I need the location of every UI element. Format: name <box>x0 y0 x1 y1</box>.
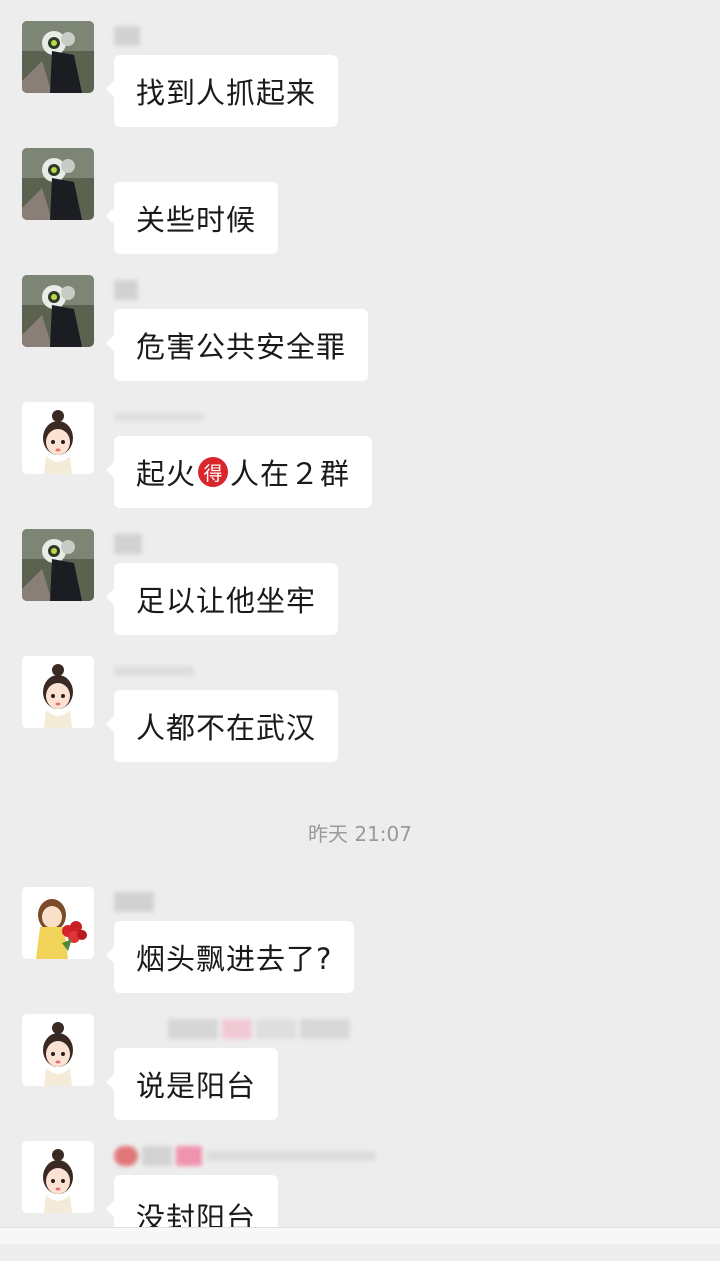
message-row: 人都不在武汉 <box>0 656 720 776</box>
message-text: 人都不在武汉 <box>136 711 317 745</box>
input-bar[interactable] <box>0 1227 720 1244</box>
sender-name <box>114 533 146 555</box>
message-bubble[interactable]: 没封阳台 <box>105 1175 279 1235</box>
message-text: 找到人抓起来 <box>136 76 317 110</box>
message-bubble[interactable]: 足以让他坐牢 <box>105 563 339 635</box>
message-bubble[interactable]: 找到人抓起来 <box>105 55 339 127</box>
sender-name <box>114 1145 380 1167</box>
motorcycle-avatar-icon[interactable] <box>22 148 94 220</box>
message-text: 人在２群 <box>230 457 351 491</box>
message-row: 说是阳台 <box>0 1014 720 1134</box>
sender-name <box>168 1018 354 1040</box>
message-text: 危害公共安全罪 <box>136 330 347 364</box>
message-bubble[interactable]: 关些时候 <box>105 182 279 254</box>
motorcycle-avatar-icon[interactable] <box>22 275 94 347</box>
message-row: 足以让他坐牢 <box>0 529 720 649</box>
girl-avatar-icon[interactable] <box>22 1141 94 1213</box>
message-row: 关些时候 <box>0 148 720 268</box>
de-emoji-icon: 得 <box>198 457 229 487</box>
girl-avatar-icon[interactable] <box>22 656 94 728</box>
message-row: 找到人抓起来 <box>0 21 720 141</box>
message-text: 说是阳台 <box>136 1069 257 1103</box>
girl-avatar-icon[interactable] <box>22 402 94 474</box>
motorcycle-avatar-icon[interactable] <box>22 529 94 601</box>
sender-name <box>114 406 208 428</box>
girl-avatar-icon[interactable] <box>22 1014 94 1086</box>
motorcycle-avatar-icon[interactable] <box>22 21 94 93</box>
message-bubble[interactable]: 起火 得 人在２群 <box>105 436 373 508</box>
sender-name <box>114 660 198 682</box>
message-bubble[interactable]: 危害公共安全罪 <box>105 309 369 381</box>
message-bubble[interactable]: 人都不在武汉 <box>105 690 339 762</box>
time-divider: 昨天 21:07 <box>308 822 412 846</box>
message-bubble[interactable]: 说是阳台 <box>105 1048 279 1120</box>
message-row: 危害公共安全罪 <box>0 275 720 395</box>
chat-area: 找到人抓起来 关些时候 危害公共安全罪 起火 得 人在２群 足以让他坐牢 人都不… <box>0 0 720 1244</box>
message-text: 足以让他坐牢 <box>136 584 317 618</box>
message-text: 关些时候 <box>136 203 257 237</box>
sender-name <box>114 891 158 913</box>
message-bubble[interactable]: 烟头飘进去了? <box>105 921 355 993</box>
flower-girl-avatar-icon[interactable] <box>22 887 94 959</box>
message-row: 起火 得 人在２群 <box>0 402 720 522</box>
sender-name <box>114 279 142 301</box>
sender-name <box>114 25 144 47</box>
message-row: 烟头飘进去了? <box>0 887 720 1007</box>
message-text: 烟头飘进去了? <box>136 942 333 976</box>
message-text: 起火 <box>136 457 197 491</box>
